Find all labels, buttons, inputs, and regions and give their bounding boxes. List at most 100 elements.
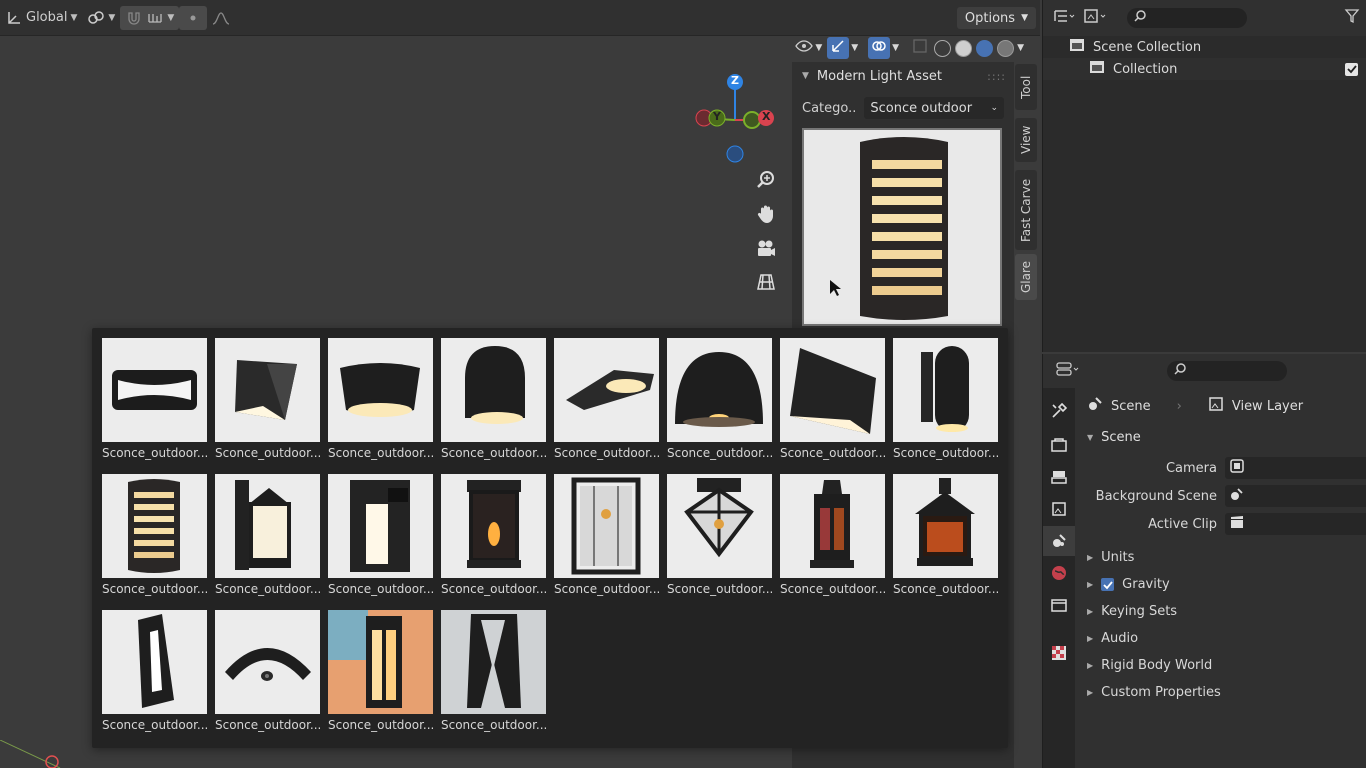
zoom-icon[interactable] [752, 166, 780, 194]
overlays-icon [871, 38, 887, 58]
panel-header[interactable]: ▼ Modern Light Asset :::: [792, 62, 1014, 90]
camera-icon[interactable] [752, 234, 780, 262]
asset-item[interactable]: Sconce_outdoor... [441, 610, 546, 734]
tab-glare[interactable]: Glare [1015, 254, 1037, 300]
asset-item[interactable]: Sconce_outdoor... [328, 610, 433, 734]
display-mode-icon[interactable] [1083, 8, 1109, 28]
asset-item[interactable]: Sconce_outdoor... [780, 338, 885, 462]
grid-icon[interactable] [752, 268, 780, 296]
active-clip-field[interactable] [1225, 513, 1366, 535]
asset-item[interactable]: Sconce_outdoor... [102, 338, 207, 462]
asset-item[interactable]: Sconce_outdoor... [554, 338, 659, 462]
asset-item[interactable]: Sconce_outdoor... [328, 474, 433, 598]
falloff-dropdown[interactable] [207, 6, 235, 30]
xray-toggle[interactable] [909, 37, 931, 59]
category-row: Catego.. Sconce outdoor ⌄ [792, 94, 1014, 122]
chevron-down-icon[interactable]: ▼ [892, 43, 899, 53]
camera-field[interactable] [1225, 457, 1366, 479]
editor-type-icon[interactable] [1055, 361, 1081, 381]
viewport-header: Global ▼ ▼ ▼ Options ▼ [0, 0, 1040, 36]
outliner-search-input[interactable] [1127, 8, 1247, 28]
custom-properties-label: Custom Properties [1101, 685, 1221, 700]
asset-preview[interactable] [802, 128, 1002, 326]
asset-item[interactable]: Sconce_outdoor... [893, 474, 998, 598]
expand-triangle-icon: ▶ [1087, 634, 1094, 643]
asset-item[interactable]: Sconce_outdoor... [102, 610, 207, 734]
rigid-body-world-section-header[interactable]: ▶ Rigid Body World [1075, 652, 1366, 679]
background-scene-field[interactable] [1225, 485, 1366, 507]
audio-section-header[interactable]: ▶ Audio [1075, 625, 1366, 652]
units-section-header[interactable]: ▶ Units [1075, 544, 1366, 571]
editor-type-icon[interactable] [1053, 8, 1075, 28]
asset-item[interactable]: Sconce_outdoor... [215, 338, 320, 462]
asset-item[interactable]: Sconce_outdoor... [102, 474, 207, 598]
tab-view[interactable]: View [1015, 118, 1037, 162]
gizmo-toggle[interactable] [827, 37, 850, 59]
asset-item[interactable]: Sconce_outdoor... [215, 610, 320, 734]
filter-icon[interactable] [1344, 8, 1360, 28]
collapse-triangle-icon: ▼ [802, 71, 809, 81]
clapperboard-icon [1230, 515, 1244, 533]
drag-handle-icon[interactable]: :::: [987, 70, 1006, 83]
asset-item[interactable]: Sconce_outdoor... [554, 474, 659, 598]
asset-item[interactable]: Sconce_outdoor... [215, 474, 320, 598]
asset-item[interactable]: Sconce_outdoor... [328, 338, 433, 462]
chevron-down-icon[interactable]: ▼ [851, 43, 858, 53]
scene-collection-row[interactable]: Scene Collection [1043, 36, 1366, 58]
collection-row[interactable]: Collection [1043, 58, 1366, 80]
hand-icon[interactable] [752, 200, 780, 228]
chevron-down-icon[interactable]: ▼ [1017, 43, 1024, 53]
pivot-point-dropdown[interactable]: ▼ [82, 6, 120, 30]
context-scene-label[interactable]: Scene [1111, 399, 1151, 414]
properties-search-input[interactable] [1167, 361, 1287, 381]
tool-tab-icon[interactable] [1043, 396, 1075, 426]
gravity-checkbox[interactable] [1101, 578, 1115, 591]
tab-tool[interactable]: Tool [1015, 64, 1037, 110]
solid-shading-icon[interactable] [955, 39, 973, 57]
asset-label: Sconce_outdoor... [780, 446, 885, 460]
render-tab-icon[interactable] [1043, 430, 1075, 460]
visibility-dropdown[interactable]: ▼ [792, 37, 825, 59]
asset-label: Sconce_outdoor... [554, 446, 659, 460]
asset-item[interactable]: Sconce_outdoor... [441, 474, 546, 598]
rendered-shading-icon[interactable] [997, 39, 1015, 57]
gravity-section-header[interactable]: ▶ Gravity [1075, 571, 1366, 598]
wireframe-shading-icon[interactable] [934, 39, 952, 57]
category-dropdown[interactable]: Sconce outdoor ⌄ [864, 97, 1004, 119]
world-tab-icon[interactable] [1043, 558, 1075, 588]
collection-tab-icon[interactable] [1043, 590, 1075, 620]
options-dropdown[interactable]: Options ▼ [956, 7, 1036, 29]
tab-fast-carve[interactable]: Fast Carve [1015, 170, 1037, 250]
dot-icon [184, 9, 202, 27]
keying-sets-label: Keying Sets [1101, 604, 1178, 619]
snap-toggle[interactable]: ▼ [120, 5, 180, 30]
scene-section-header[interactable]: ▼ Scene [1075, 424, 1366, 450]
navigation-gizmo[interactable]: Z Y X [690, 70, 780, 165]
asset-label: Sconce_outdoor... [441, 718, 546, 732]
view-layer-tab-icon[interactable] [1043, 494, 1075, 524]
properties-tabs [1043, 388, 1075, 768]
collection-checkbox[interactable] [1345, 62, 1358, 76]
asset-label: Sconce_outdoor... [215, 582, 320, 596]
texture-tab-icon[interactable] [1043, 638, 1075, 668]
asset-item[interactable]: Sconce_outdoor... [667, 474, 772, 598]
context-view-layer-label[interactable]: View Layer [1232, 399, 1303, 414]
transform-orientation-dropdown[interactable]: Global ▼ [0, 6, 82, 30]
keying-sets-section-header[interactable]: ▶ Keying Sets [1075, 598, 1366, 625]
custom-properties-section-header[interactable]: ▶ Custom Properties [1075, 679, 1366, 706]
transform-orientation-label: Global [26, 10, 68, 25]
asset-item[interactable]: Sconce_outdoor... [667, 338, 772, 462]
asset-thumbnail [441, 610, 546, 714]
3d-viewport[interactable]: Global ▼ ▼ ▼ Options ▼ ▼ ▼ ▼ ▼ Z Y X ▼ M… [0, 0, 1040, 768]
overlays-toggle[interactable] [868, 37, 891, 59]
properties-header [1043, 354, 1366, 388]
asset-item[interactable]: Sconce_outdoor... [780, 474, 885, 598]
material-shading-icon[interactable] [976, 39, 994, 57]
proportional-edit-toggle[interactable] [179, 5, 208, 30]
asset-item[interactable]: Sconce_outdoor... [893, 338, 998, 462]
output-tab-icon[interactable] [1043, 462, 1075, 492]
asset-item[interactable]: Sconce_outdoor... [441, 338, 546, 462]
panel-title: Modern Light Asset [816, 68, 942, 84]
scene-tab-icon[interactable] [1043, 526, 1075, 556]
viewport-overlay-controls: ▼ ▼ ▼ ▼ [792, 36, 1024, 60]
